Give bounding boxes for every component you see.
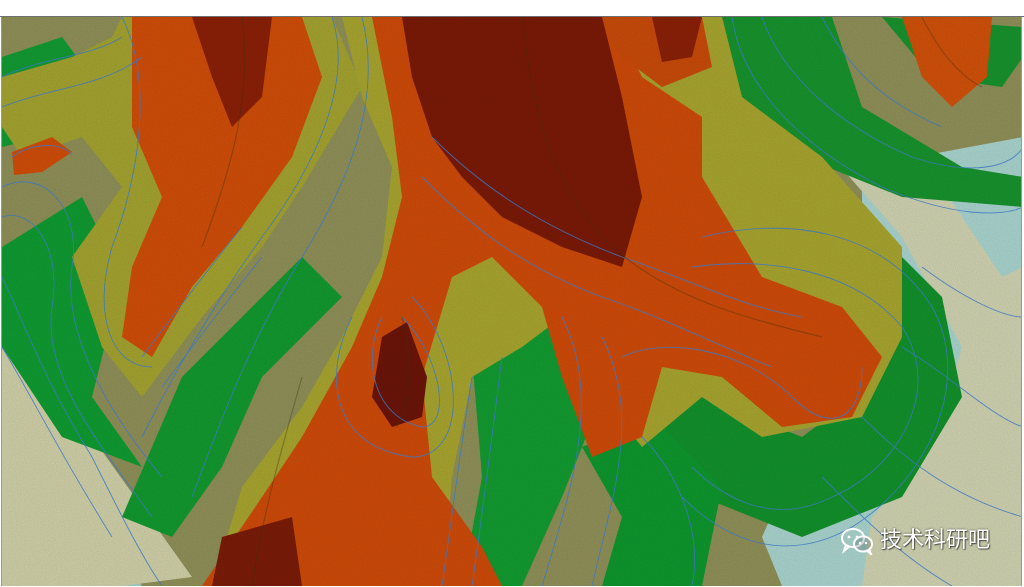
map-canvas[interactable]: 技术科研吧 bbox=[1, 17, 1022, 586]
wechat-icon bbox=[840, 528, 873, 555]
elevation-map bbox=[2, 17, 1022, 586]
watermark: 技术科研吧 bbox=[840, 527, 990, 555]
top-toolbar bbox=[0, 0, 1024, 17]
texture-overlay bbox=[2, 17, 1022, 586]
watermark-text: 技术科研吧 bbox=[879, 528, 990, 553]
